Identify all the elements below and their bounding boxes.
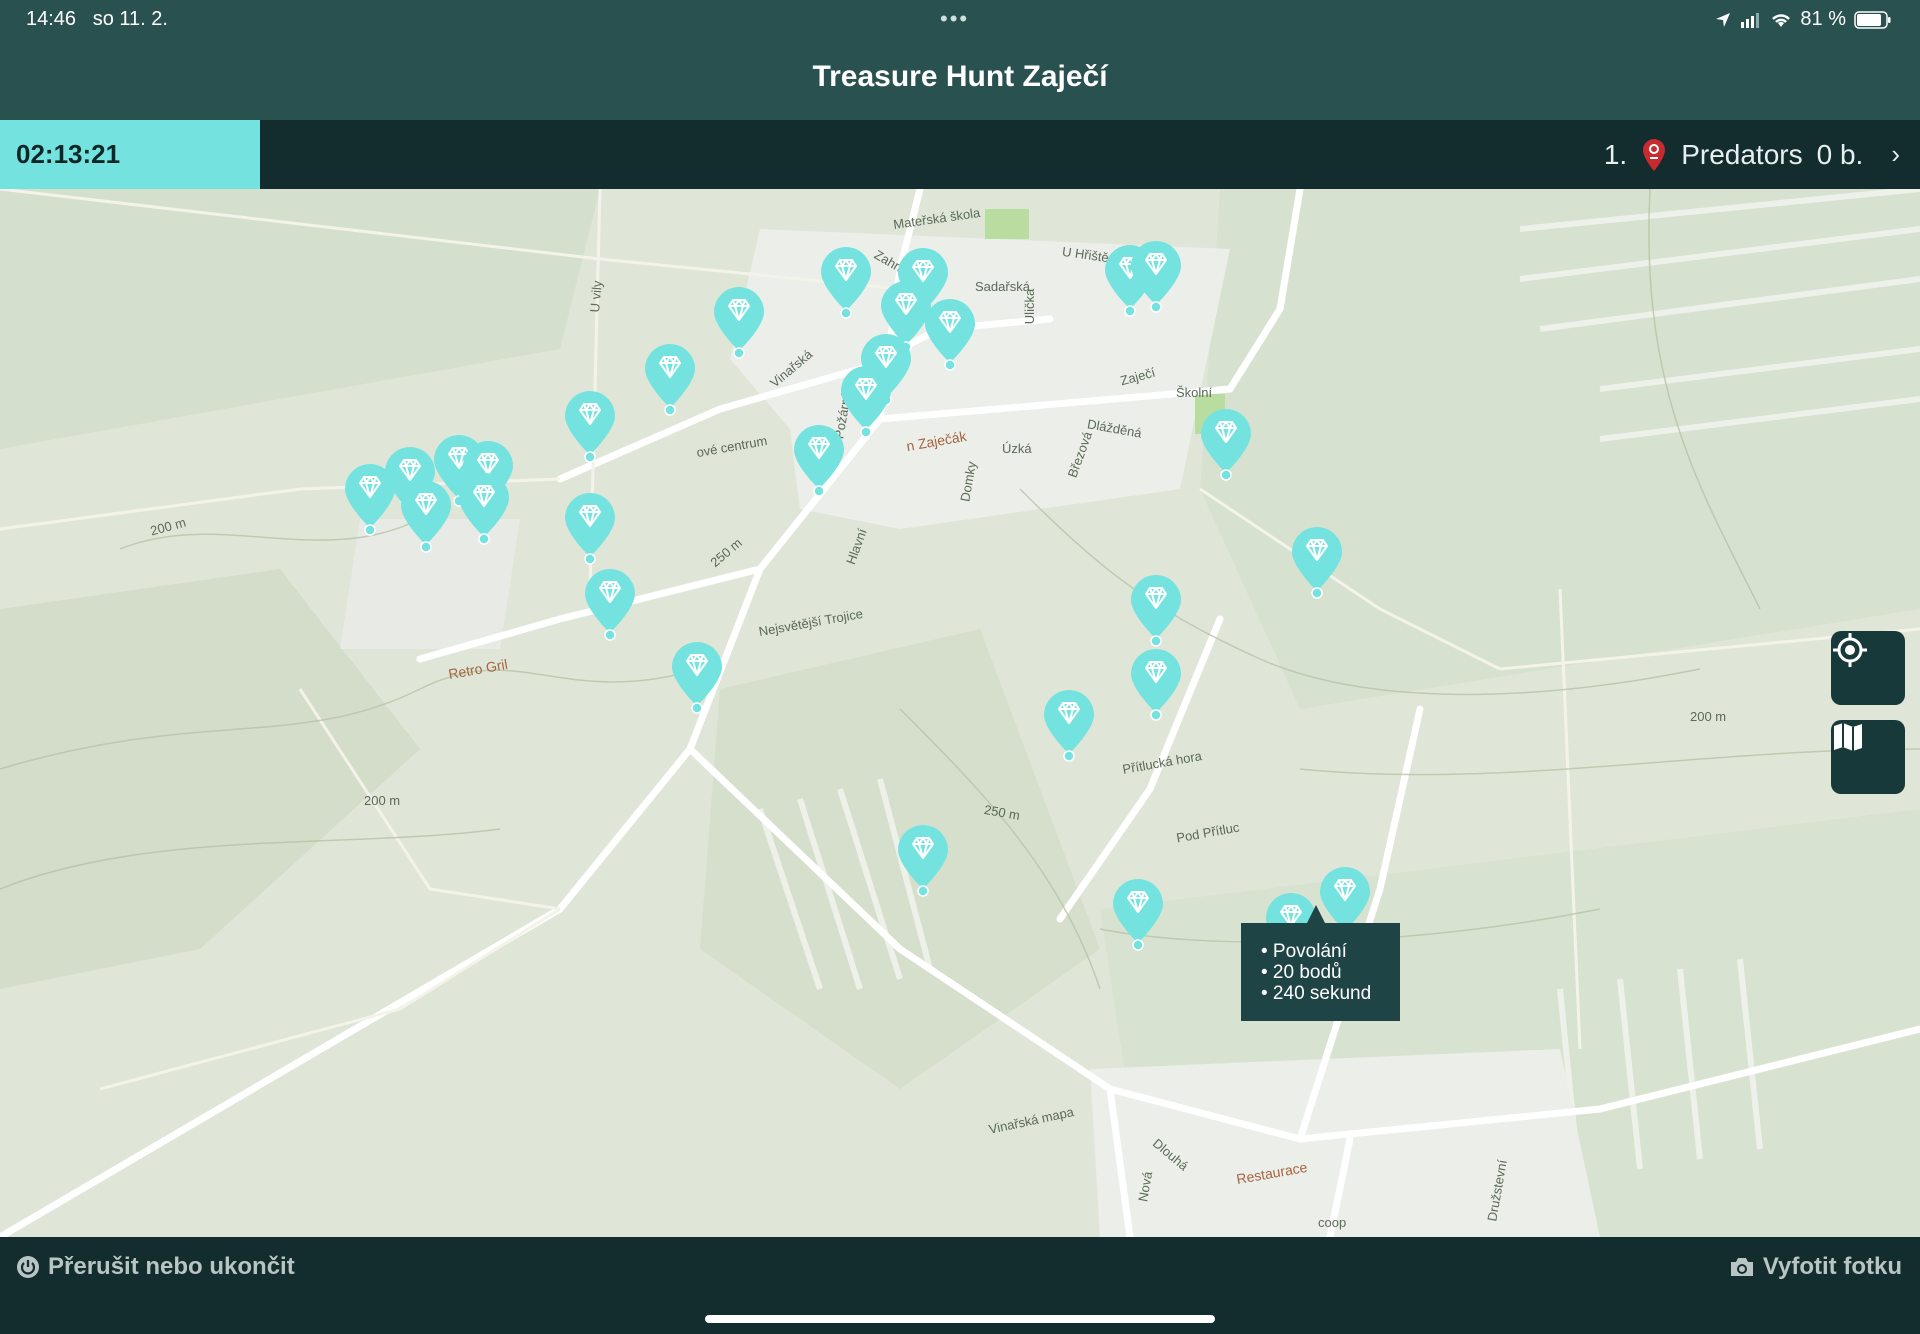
- locate-me-button[interactable]: [1831, 631, 1905, 705]
- location-arrow-icon: [1716, 12, 1731, 27]
- leaderboard-summary[interactable]: 1. Predators 0 b. ›: [1604, 120, 1900, 189]
- signal-icon: [1741, 12, 1760, 28]
- more-dots-icon[interactable]: •••: [940, 6, 969, 32]
- diamond-pin-icon: [1131, 241, 1181, 313]
- treasure-pin[interactable]: [562, 389, 618, 465]
- diamond-pin-icon: [1201, 409, 1251, 481]
- treasure-pin[interactable]: [562, 491, 618, 567]
- diamond-pin-icon: [585, 569, 635, 641]
- bottom-bar: Přerušit nebo ukončit Vyfotit fotku: [0, 1237, 1920, 1334]
- treasure-pin[interactable]: [1041, 688, 1097, 764]
- map-label: Ulička: [1022, 288, 1038, 325]
- map-layers-button[interactable]: [1831, 720, 1905, 794]
- power-icon: [17, 1256, 39, 1278]
- status-indicators: 81 %: [1714, 8, 1892, 31]
- team-name: Predators: [1681, 138, 1803, 170]
- treasure-pin[interactable]: [669, 640, 725, 716]
- treasure-pin[interactable]: [895, 823, 951, 899]
- game-info-bar: 02:13:21 1. Predators 0 b. ›: [0, 120, 1920, 189]
- diamond-pin-icon: [672, 642, 722, 714]
- exit-game-button[interactable]: Přerušit nebo ukončit: [16, 1253, 295, 1281]
- home-indicator[interactable]: [705, 1315, 1215, 1323]
- diamond-pin-icon: [565, 493, 615, 565]
- treasure-pin[interactable]: [582, 567, 638, 643]
- chevron-right-icon: ›: [1891, 139, 1900, 169]
- treasure-pin[interactable]: [1198, 407, 1254, 483]
- treasure-pin[interactable]: [642, 342, 698, 418]
- treasure-pin[interactable]: [1128, 573, 1184, 649]
- diamond-pin-icon: [645, 344, 695, 416]
- diamond-pin-icon: [1131, 649, 1181, 721]
- camera-icon: [1730, 1258, 1753, 1276]
- status-time: 14:46 so 11. 2.: [26, 8, 168, 30]
- map-icon: [1834, 723, 1862, 751]
- map-label: Školní: [1176, 385, 1213, 400]
- contour-label: 200 m: [364, 793, 401, 808]
- diamond-pin-icon: [459, 473, 509, 545]
- treasure-pin[interactable]: [1289, 525, 1345, 601]
- app-header: 14:46 so 11. 2. ••• 81 % Treasure Hunt Z…: [0, 0, 1920, 120]
- diamond-pin-icon: [898, 825, 948, 897]
- diamond-pin-icon: [1292, 527, 1342, 599]
- treasure-pin[interactable]: [818, 245, 874, 321]
- tooltip-line: • 240 sekund: [1261, 983, 1372, 1004]
- countdown-timer: 02:13:21: [0, 120, 260, 189]
- treasure-pin[interactable]: [922, 297, 978, 373]
- exit-label: Přerušit nebo ukončit: [48, 1253, 295, 1280]
- diamond-pin-icon: [925, 299, 975, 371]
- treasure-pin[interactable]: [711, 285, 767, 361]
- contour-label: 200 m: [1690, 709, 1727, 724]
- diamond-pin-icon: [794, 425, 844, 497]
- task-tooltip[interactable]: • Povolání • 20 bodů • 240 sekund: [1241, 905, 1400, 1021]
- map-label: U vily: [587, 280, 605, 313]
- map-view[interactable]: Mateřská škola U Hřiště Zahradní Sadařsk…: [0, 189, 1920, 1237]
- diamond-pin-icon: [1131, 575, 1181, 647]
- team-pin-icon: [1643, 138, 1666, 171]
- photo-label: Vyfotit fotku: [1762, 1253, 1902, 1280]
- battery-icon: [1854, 10, 1891, 29]
- treasure-pin[interactable]: [1128, 647, 1184, 723]
- treasure-pin[interactable]: [1110, 877, 1166, 953]
- diamond-pin-icon: [821, 247, 871, 319]
- diamond-pin-icon: [714, 287, 764, 359]
- treasure-pin[interactable]: [456, 471, 512, 547]
- map-label: Úzká: [1002, 441, 1032, 456]
- tooltip-line: • 20 bodů: [1261, 962, 1342, 983]
- diamond-pin-icon: [1044, 690, 1094, 762]
- take-photo-button[interactable]: Vyfotit fotku: [1729, 1253, 1902, 1281]
- team-rank: 1.: [1603, 138, 1628, 170]
- treasure-pin[interactable]: [791, 423, 847, 499]
- page-title: Treasure Hunt Zaječí: [812, 60, 1108, 93]
- battery-percent: 81 %: [1800, 8, 1846, 30]
- diamond-pin-icon: [565, 391, 615, 463]
- wifi-icon: [1772, 13, 1791, 27]
- tooltip-line: • Povolání: [1261, 941, 1347, 962]
- treasure-pin[interactable]: [1128, 239, 1184, 315]
- team-score: 0 b.: [1816, 138, 1864, 170]
- map-label: coop: [1318, 1215, 1347, 1230]
- diamond-pin-icon: [1113, 879, 1163, 951]
- crosshair-icon: [1833, 633, 1867, 667]
